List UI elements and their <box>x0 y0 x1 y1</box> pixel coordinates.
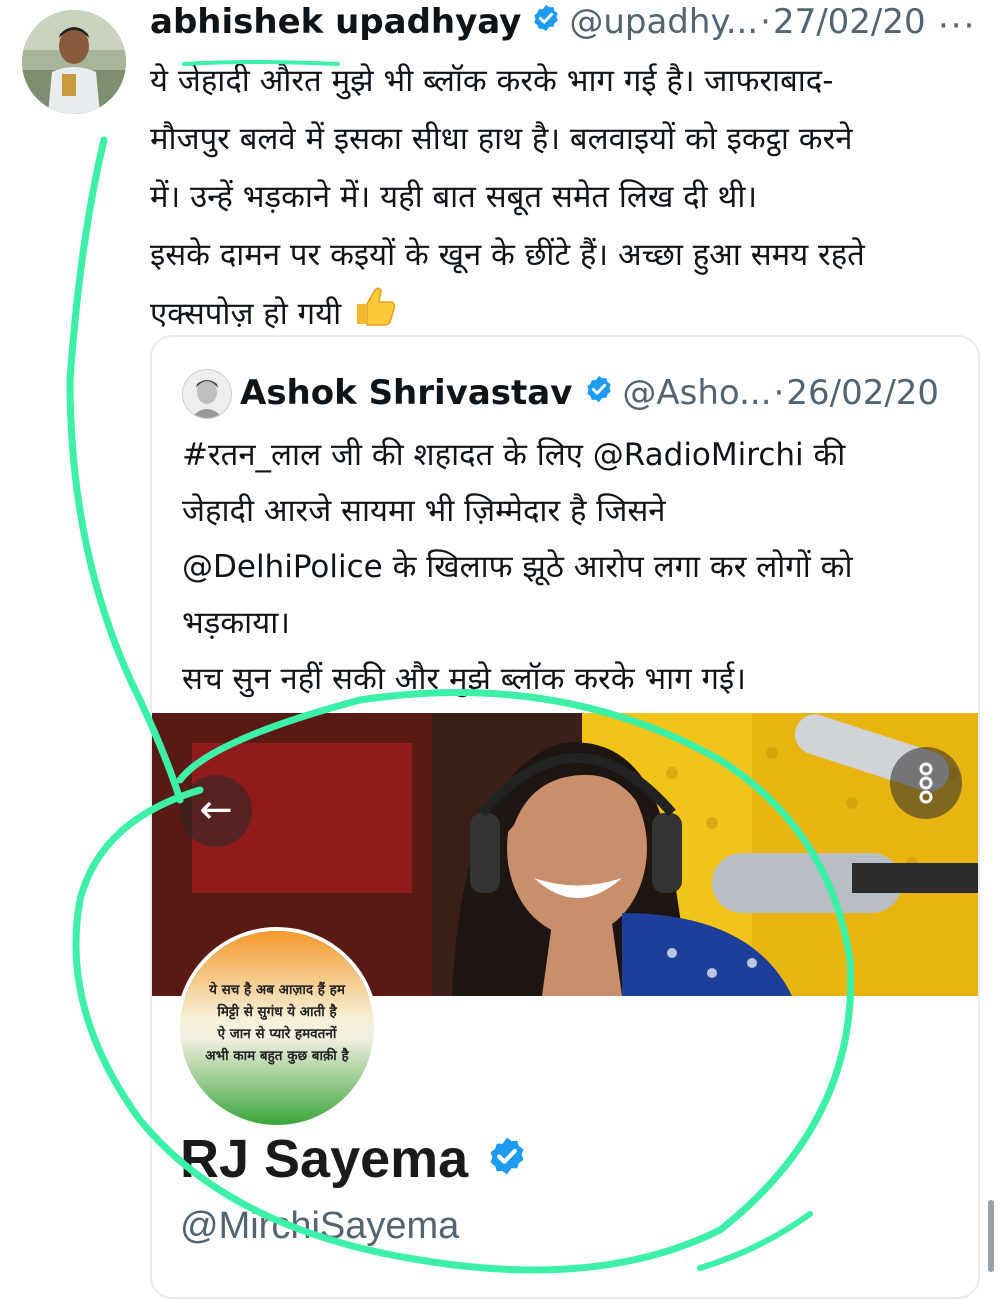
verified-badge-icon <box>584 373 614 413</box>
tweet-header: abhishek upadhyay @upadhy... · 27/02/20 <box>150 0 926 44</box>
quoted-tweet-card[interactable]: Ashok Shrivastav @Asho... · 26/02/20 #रत… <box>150 335 980 1299</box>
author-avatar[interactable] <box>22 10 126 114</box>
profile-handle[interactable]: @MirchiSayema <box>180 1205 459 1248</box>
tweet-line: इसके दामन पर कइयों के खून के छींटे हैं। … <box>150 237 865 273</box>
quoted-tweet-header: Ashok Shrivastav @Asho... · 26/02/20 <box>240 369 939 417</box>
quoted-tweet-line: जेहादी आरजे सायमा भी ज़िम्मेदार है जिसने <box>182 493 666 529</box>
quoted-tweet-date[interactable]: 26/02/20 <box>786 373 939 413</box>
tweet-date[interactable]: 27/02/20 <box>773 2 926 42</box>
quoted-author-avatar[interactable] <box>182 369 232 419</box>
quoted-tweet-line: @DelhiPolice के खिलाफ झूठे आरोप लगा कर ल… <box>182 549 853 585</box>
verified-badge-icon <box>486 1128 528 1190</box>
quoted-author-handle[interactable]: @Asho... <box>622 373 771 413</box>
tweet-line: एक्सपोज़ हो गयी <box>150 296 342 332</box>
author-handle[interactable]: @upadhy... <box>569 2 758 42</box>
back-arrow-icon[interactable]: ← <box>180 775 252 847</box>
profile-picture[interactable]: ये सच है अब आज़ाद हैं हम मिट्टी से सुगंध… <box>176 927 378 1129</box>
tweet-line: मौजपुर बलवे में इसका सीधा हाथ है। बलवाइय… <box>150 121 853 157</box>
author-name[interactable]: abhishek upadhyay <box>150 2 521 42</box>
header-separator: · <box>773 373 785 413</box>
picture-text-line: ऐ जान से प्यारे हमवतनों <box>217 1026 337 1042</box>
picture-text-line: मिट्टी से सुगंध ये आती है <box>217 1004 337 1020</box>
quoted-author-name[interactable]: Ashok Shrivastav <box>240 373 572 413</box>
header-separator: · <box>760 2 771 42</box>
quoted-tweet-line: भड़काया। <box>182 605 290 641</box>
tweet-body: ये जेहादी औरत मुझे भी ब्लॉक करके भाग गई … <box>150 52 980 347</box>
quoted-tweet-body: #रतन_लाल जी की शहादत के लिए @RadioMirchi… <box>182 427 962 707</box>
profile-picture-text: ये सच है अब आज़ाद हैं हम मिट्टी से सुगंध… <box>180 979 374 1067</box>
more-options-icon[interactable] <box>890 747 962 819</box>
profile-display-name[interactable]: RJ Sayema <box>180 1128 468 1190</box>
quoted-tweet-line: सच सुन नहीं सकी और मुझे ब्लॉक करके भाग ग… <box>182 661 746 697</box>
scrollbar[interactable] <box>988 1200 994 1272</box>
tweet-line: ये जेहादी औरत मुझे भी ब्लॉक करके भाग गई … <box>150 63 834 99</box>
picture-text-line: अभी काम बहुत कुछ बाक़ी है <box>205 1048 349 1064</box>
tweet-line: में। उन्हें भड़काने में। यही बात सबूत सम… <box>150 179 758 215</box>
profile-display-name-row: RJ Sayema <box>180 1125 528 1193</box>
picture-text-line: ये सच है अब आज़ाद हैं हम <box>209 982 345 998</box>
quoted-tweet-line: #रतन_लाल जी की शहादत के लिए @RadioMirchi… <box>182 437 846 473</box>
more-options-icon[interactable]: ··· <box>938 6 976 46</box>
verified-badge-icon <box>531 2 561 42</box>
